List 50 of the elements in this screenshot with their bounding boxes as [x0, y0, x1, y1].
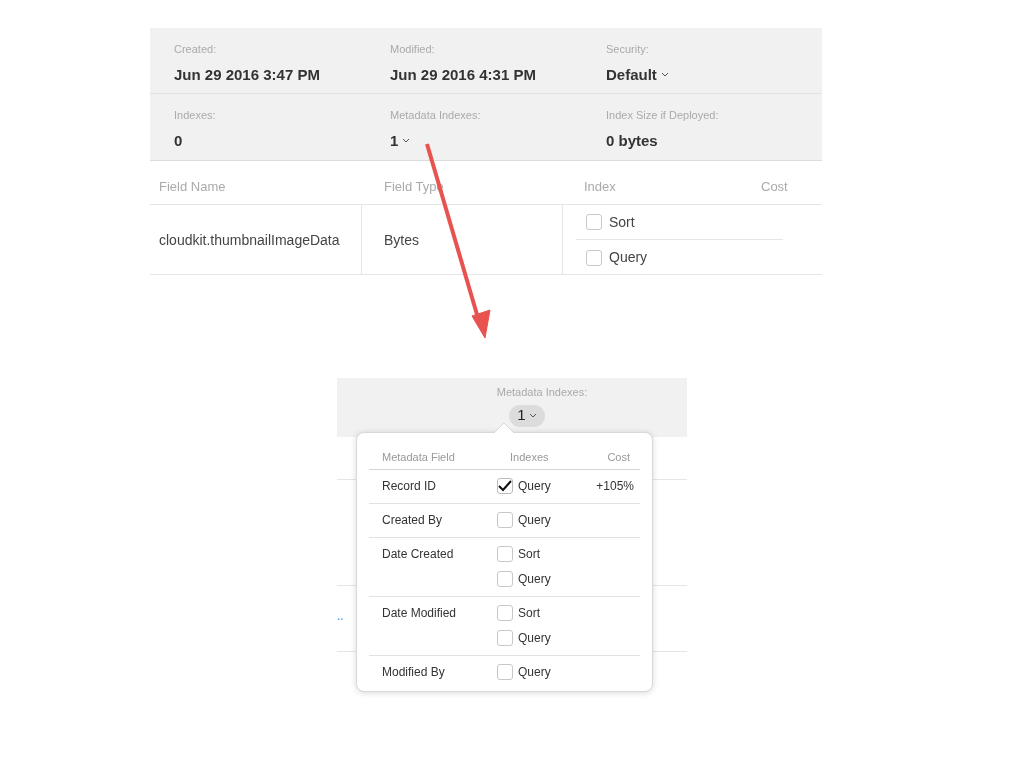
- field-value: Jun 29 2016 4:31 PM: [390, 64, 536, 85]
- field-label: Metadata Indexes:: [496, 385, 588, 400]
- checkbox-label: Query: [518, 664, 551, 681]
- checkbox-label: Sort: [518, 605, 540, 622]
- field-label: Index Size if Deployed:: [606, 108, 720, 123]
- checkbox[interactable]: [586, 249, 602, 266]
- field-label: Security:: [606, 42, 650, 57]
- checkbox-label: Query: [518, 571, 551, 588]
- column-header: Field Name: [158, 177, 227, 196]
- table-cell-text: Date Modified: [381, 604, 458, 622]
- field-label: Modified:: [390, 42, 436, 57]
- field-label: Metadata Indexes:: [390, 108, 482, 123]
- field-value: Jun 29 2016 3:47 PM: [174, 64, 320, 85]
- table-cell-text: Bytes: [384, 230, 419, 250]
- checkbox-label: Sort: [609, 212, 635, 232]
- field-label: Created:: [174, 42, 218, 57]
- chevron-down-icon: [528, 413, 537, 418]
- chevron-down-icon: [402, 138, 411, 144]
- checkbox-label: Query: [609, 248, 648, 267]
- column-header: Cost: [760, 177, 789, 196]
- table-cell-text: Created By: [381, 511, 444, 529]
- field-value: 0 bytes: [606, 130, 658, 151]
- checkbox[interactable]: [497, 546, 513, 562]
- checkbox[interactable]: [497, 664, 513, 680]
- checkbox-label: Sort: [518, 546, 540, 563]
- checkbox-label: Query: [518, 630, 551, 647]
- table-cell-text: cloudkit.thumbnailImageData: [159, 230, 340, 250]
- table-cell-text: Date Created: [381, 545, 455, 563]
- value-dropdown[interactable]: Default: [606, 63, 669, 86]
- column-header: Cost: [606, 450, 631, 465]
- checkbox-label: Query: [518, 512, 551, 529]
- column-header: Indexes: [509, 450, 550, 465]
- checkbox[interactable]: [497, 630, 513, 646]
- table-cell-text: Record ID: [381, 477, 438, 495]
- checkbox[interactable]: [497, 605, 513, 621]
- column-header: Metadata Field: [381, 450, 456, 465]
- field-value: 0: [174, 130, 183, 151]
- checkbox[interactable]: [497, 478, 513, 494]
- metadata-indexes-dropdown[interactable]: 1: [509, 404, 545, 427]
- checkbox-label: Query: [518, 478, 551, 495]
- checkbox[interactable]: [497, 571, 513, 587]
- field-label: Indexes:: [174, 108, 217, 123]
- value-dropdown[interactable]: 1: [390, 129, 411, 152]
- chevron-down-icon: [660, 72, 669, 78]
- checkbox[interactable]: [586, 214, 602, 230]
- table-cell-text: +105%: [596, 477, 634, 495]
- column-header: Index: [583, 177, 617, 196]
- checkbox[interactable]: [497, 512, 513, 528]
- link-fragment[interactable]: ..: [337, 606, 344, 625]
- table-cell-text: Modified By: [381, 663, 446, 681]
